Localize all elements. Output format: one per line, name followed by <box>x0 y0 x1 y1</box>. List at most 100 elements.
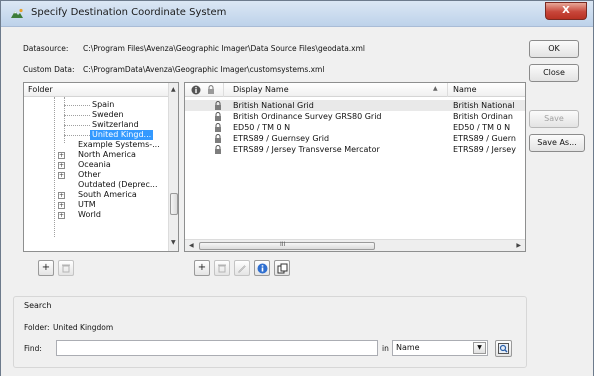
tree-item-sweden[interactable]: Sweden <box>92 110 124 120</box>
expand-icon[interactable]: + <box>58 152 65 159</box>
custom-data-path: C:\ProgramData\Avenza\Geographic Imager\… <box>83 65 325 74</box>
chevron-down-icon[interactable]: ▼ <box>473 342 486 354</box>
display-name-cell: British Ordinance Survey GRS80 Grid <box>233 112 382 121</box>
trash-icon <box>62 264 70 273</box>
expand-icon[interactable]: + <box>58 212 65 219</box>
window-close-button[interactable]: X <box>545 2 587 20</box>
lock-icon <box>215 145 221 154</box>
search-group: Search Folder: United Kingdom Find: in N… <box>13 296 527 368</box>
list-header[interactable]: Display Name ▲ Name <box>185 83 525 97</box>
list-item[interactable]: ETRS89 / Jersey Transverse Mercator ETRS… <box>185 144 525 155</box>
tree-item-other[interactable]: Other <box>78 170 101 180</box>
column-divider <box>447 83 448 97</box>
search-group-label: Search <box>24 301 52 310</box>
display-name-cell: ED50 / TM 0 N <box>233 123 291 132</box>
scroll-left-icon[interactable]: ◀ <box>189 242 194 249</box>
list-item[interactable]: ED50 / TM 0 N ED50 / TM 0 N <box>185 122 525 133</box>
close-button[interactable]: Close <box>529 64 579 82</box>
custom-data-label: Custom Data: <box>23 65 75 74</box>
dialog-window: Specify Destination Coordinate System X … <box>0 0 594 376</box>
app-icon <box>11 8 23 18</box>
custom-data-row: Custom Data: C:\ProgramData\Avenza\Geogra… <box>23 65 324 74</box>
tree-item-oceania[interactable]: Oceania <box>78 160 111 170</box>
list-item[interactable]: British National Grid British National <box>185 100 525 111</box>
find-input[interactable] <box>56 340 378 356</box>
lock-icon <box>215 134 221 143</box>
datasource-row: Datasource: C:\Program Files\Avenza\Geogr… <box>23 44 365 53</box>
lock-icon <box>215 112 221 121</box>
name-cell: ETRS89 / Jersey <box>453 145 516 154</box>
scroll-thumb[interactable] <box>170 193 178 215</box>
expand-icon[interactable]: + <box>58 162 65 169</box>
tree-item-united-kingdom[interactable]: United Kingd... <box>90 130 154 140</box>
delete-system-button[interactable] <box>214 260 230 276</box>
tree-connector <box>64 105 90 106</box>
scroll-up-icon[interactable]: ▲ <box>171 86 176 93</box>
tree-item-example-systems[interactable]: Example Systems-... <box>78 140 160 150</box>
expand-icon[interactable]: + <box>58 172 65 179</box>
search-icon <box>498 343 509 354</box>
sort-ascending-icon: ▲ <box>433 85 438 92</box>
tree-item-spain[interactable]: Spain <box>92 100 114 110</box>
scroll-right-icon[interactable]: ▶ <box>516 242 521 249</box>
name-cell: ED50 / TM 0 N <box>453 123 511 132</box>
display-name-cell: British National Grid <box>233 101 314 110</box>
list-item[interactable]: ETRS89 / Guernsey Grid ETRS89 / Guern <box>185 133 525 144</box>
column-divider <box>223 83 224 97</box>
dialog-body: Datasource: C:\Program Files\Avenza\Geogr… <box>1 28 593 376</box>
lock-icon <box>215 101 221 110</box>
title-bar[interactable]: Specify Destination Coordinate System X <box>1 1 593 27</box>
add-system-button[interactable]: + <box>194 260 210 276</box>
search-field-selected: Name <box>396 343 420 352</box>
name-cell: British Ordinan <box>453 112 513 121</box>
datasource-label: Datasource: <box>23 44 69 53</box>
trash-icon <box>218 264 226 273</box>
tree-connector <box>64 115 90 116</box>
folder-tree-panel[interactable]: Folder Spain Sweden Switzerland United K… <box>23 82 179 252</box>
folder-header-label: Folder <box>28 85 53 94</box>
save-as-button[interactable]: Save As... <box>529 134 585 152</box>
folder-tree-scrollbar[interactable]: ▲ ▼ <box>168 83 178 251</box>
name-cell: British National <box>453 101 515 110</box>
tree-item-utm[interactable]: UTM <box>78 200 96 210</box>
delete-folder-button[interactable] <box>58 260 74 276</box>
search-button[interactable] <box>495 340 512 357</box>
search-field-select[interactable]: Name ▼ <box>392 340 488 356</box>
ok-button[interactable]: OK <box>529 40 579 58</box>
tree-connector <box>64 97 65 143</box>
info-icon <box>257 263 267 273</box>
tree-connector <box>54 97 55 237</box>
edit-system-button[interactable] <box>234 260 250 276</box>
current-folder-value: United Kingdom <box>53 323 114 332</box>
datasource-path: C:\Program Files\Avenza\Geographic Image… <box>83 44 366 53</box>
tree-item-outdated[interactable]: Outdated (Deprec... <box>78 180 158 190</box>
scroll-down-icon[interactable]: ▼ <box>171 239 176 246</box>
expand-icon[interactable]: + <box>58 202 65 209</box>
display-name-column-header[interactable]: Display Name <box>233 85 289 94</box>
tree-connector <box>64 135 90 136</box>
list-horizontal-scrollbar[interactable]: ◀ III ▶ <box>185 239 525 251</box>
save-button[interactable]: Save <box>529 110 579 128</box>
tree-item-south-america[interactable]: South America <box>78 190 137 200</box>
tree-item-switzerland[interactable]: Switzerland <box>92 120 139 130</box>
copy-system-button[interactable] <box>274 260 290 276</box>
folder-tree-header[interactable]: Folder <box>24 83 178 97</box>
scroll-thumb[interactable]: III <box>199 241 375 250</box>
add-folder-button[interactable]: + <box>38 260 54 276</box>
name-column-header[interactable]: Name <box>453 85 477 94</box>
expand-icon[interactable]: + <box>58 192 65 199</box>
display-name-cell: ETRS89 / Jersey Transverse Mercator <box>233 145 380 154</box>
info-column-icon <box>191 85 201 95</box>
pencil-icon <box>238 265 246 273</box>
folder-label: Folder: <box>24 323 50 332</box>
coordinate-system-list[interactable]: Display Name ▲ Name British National Gri… <box>184 82 526 252</box>
list-item[interactable]: British Ordinance Survey GRS80 Grid Brit… <box>185 111 525 122</box>
tree-item-north-america[interactable]: North America <box>78 150 136 160</box>
display-name-cell: ETRS89 / Guernsey Grid <box>233 134 330 143</box>
window-title: Specify Destination Coordinate System <box>31 7 227 18</box>
scroll-grip: III <box>280 241 286 248</box>
info-button[interactable] <box>254 260 270 276</box>
copy-icon <box>277 263 287 273</box>
tree-item-world[interactable]: World <box>78 210 101 220</box>
name-cell: ETRS89 / Guern <box>453 134 516 143</box>
